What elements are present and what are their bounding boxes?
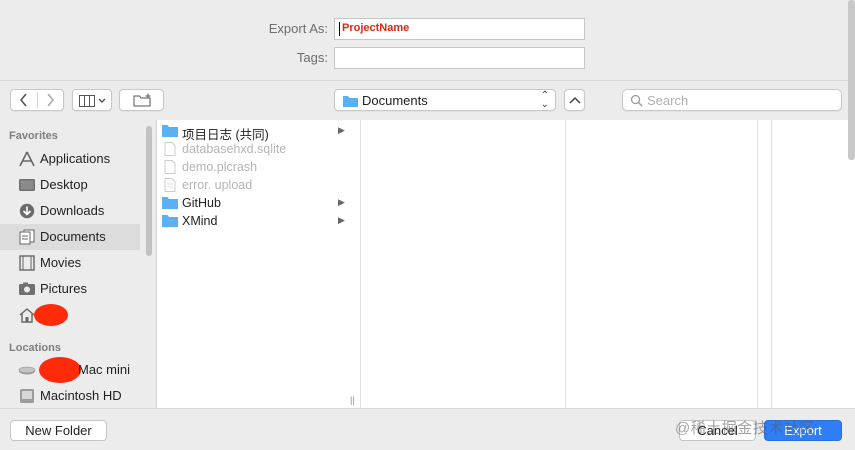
sidebar-item-label: Movies [40,255,82,270]
sidebar: Favorites Applications Desktop Downloads… [0,120,156,408]
sidebar-item-home[interactable] [0,302,140,328]
redaction-mark [34,304,68,326]
location-label: Documents [362,93,428,108]
favorites-header: Favorites [9,130,58,142]
export-as-label: Export As: [268,21,328,36]
item-name: XMind [182,214,218,228]
folder-icon [343,96,358,107]
browser-column [758,120,772,408]
sidebar-item-movies[interactable]: Movies [0,250,140,276]
sidebar-item-label: Pictures [40,281,87,296]
search-icon [630,94,643,107]
file-browser: 项目日志 (共同) ▶ databasehxd.sqlite demo.plcr… [156,120,855,408]
list-item[interactable]: XMind ▶ [157,212,347,230]
new-folder-button[interactable]: New Folder [10,420,107,441]
sidebar-item-macintosh-hd[interactable]: Macintosh HD [0,383,140,409]
sidebar-item-downloads[interactable]: Downloads [0,198,140,224]
export-as-value: ProjectName [342,22,410,34]
column-resize-handle[interactable]: || [350,395,355,405]
item-name: databasehxd.sqlite [182,142,287,156]
browser-column [566,120,758,408]
sidebar-item-label: Downloads [40,203,105,218]
view-mode-button[interactable] [72,89,112,111]
export-as-field[interactable]: ProjectName [334,18,585,40]
list-item: databasehxd.sqlite [157,140,347,158]
back-forward-control [10,89,64,111]
list-item[interactable]: GitHub ▶ [157,194,347,212]
search-field[interactable]: Search [622,89,842,111]
desktop-icon [19,179,35,191]
column-view-icon [79,95,106,107]
file-icon [164,178,176,192]
pictures-icon [19,282,35,295]
sidebar-item-label: Desktop [40,177,88,192]
sidebar-item-mac-mini[interactable]: Mac mini [0,357,140,383]
disclosure-arrow-icon: ▶ [338,197,345,207]
disclosure-arrow-icon: ▶ [338,215,345,225]
sidebar-item-label: Macintosh HD [40,388,122,403]
applications-icon [19,151,35,167]
list-item[interactable]: 项目日志 (共同) ▶ [157,122,347,142]
text-cursor [339,22,340,36]
footer: New Folder Cancel Export @稀土掘金技术社区 [0,408,855,450]
divider [0,80,855,81]
redaction-mark [39,357,81,383]
downloads-icon [19,203,35,219]
chevron-updown-icon: ⌃ ⌄ [540,90,549,110]
tags-label: Tags: [296,50,328,65]
sidebar-item-applications[interactable]: Applications [0,146,140,172]
folder-icon [162,125,178,137]
file-icon [164,160,176,174]
sidebar-item-documents[interactable]: Documents [0,224,140,250]
list-item: error. upload [157,176,347,194]
sidebar-item-desktop[interactable]: Desktop [0,172,140,198]
new-folder-icon [133,93,151,107]
search-placeholder: Search [647,93,689,108]
item-name: demo.plcrash [182,160,258,174]
folder-icon [162,197,178,209]
folder-icon [162,215,178,227]
new-folder-icon-button[interactable] [119,89,164,111]
chevron-left-icon[interactable] [18,91,30,112]
browser-column: 项目日志 (共同) ▶ databasehxd.sqlite demo.plcr… [157,120,361,408]
chevron-right-icon[interactable] [44,91,56,112]
list-item: demo.plcrash [157,158,347,176]
item-name: error. upload [182,178,253,192]
sidebar-scrollbar[interactable] [146,126,152,256]
collapse-button[interactable] [564,89,585,111]
location-popup[interactable]: Documents ⌃ ⌄ [334,89,556,111]
sidebar-item-label: Documents [40,229,106,244]
item-name: GitHub [182,196,221,210]
file-icon [164,142,176,156]
disk-icon [20,389,34,403]
locations-header: Locations [9,342,61,354]
divider [37,92,38,108]
sidebar-item-label: Mac mini [78,362,131,377]
chevron-up-icon [569,96,581,104]
browser-column [361,120,566,408]
disclosure-arrow-icon: ▶ [338,125,345,135]
sidebar-item-pictures[interactable]: Pictures [0,276,140,302]
tags-field[interactable] [334,47,585,69]
movies-icon [19,255,35,271]
window-scrollbar[interactable] [848,0,855,160]
watermark: @稀土掘金技术社区 [675,420,815,437]
documents-icon [19,229,35,245]
sidebar-item-label: Applications [40,151,111,166]
computer-icon [18,366,36,375]
save-panel-header: Export As: ProjectName Tags: [0,0,855,80]
